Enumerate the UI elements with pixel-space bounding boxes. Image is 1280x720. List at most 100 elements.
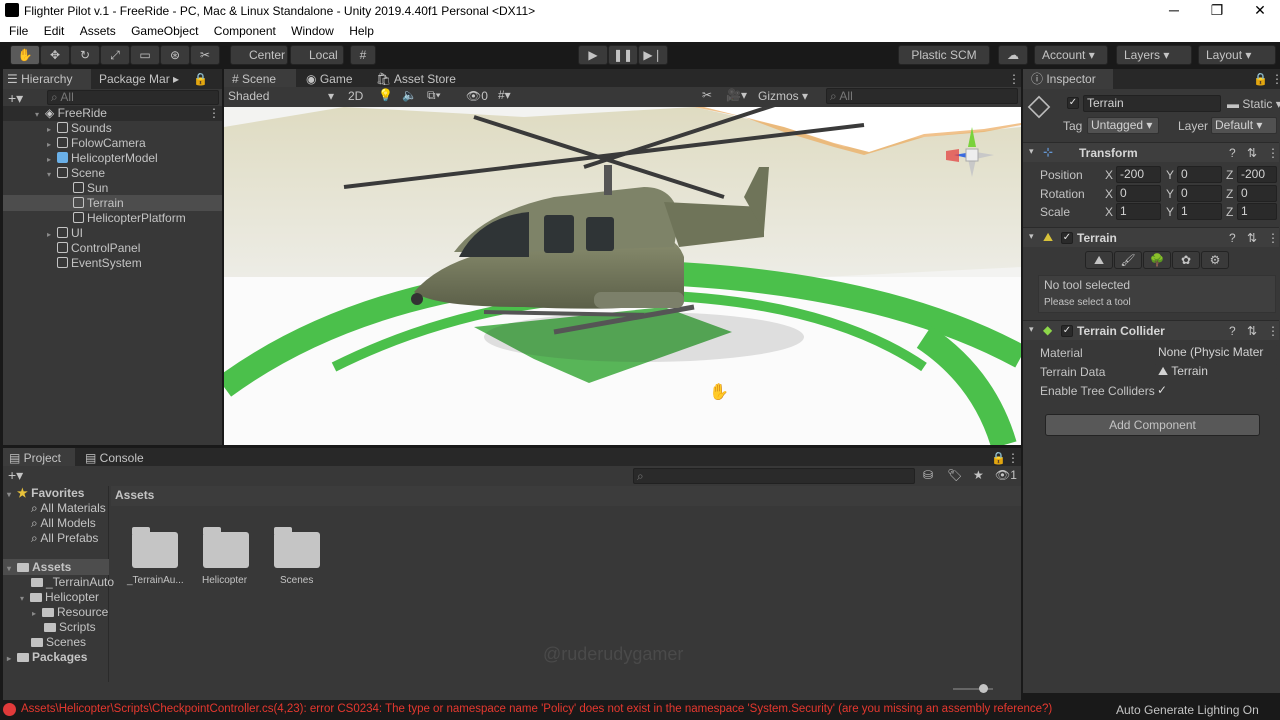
layer-dropdown[interactable]: Default ▾ (1211, 117, 1277, 134)
rotate-tool-icon[interactable]: ↻ (70, 45, 100, 65)
plastic-scm-button[interactable]: Plastic SCM (898, 45, 990, 65)
folder-scenes[interactable]: Scenes (31, 635, 86, 650)
tree-colliders-checkbox[interactable]: ✓ (1157, 383, 1167, 397)
menu-help[interactable]: Help (349, 22, 374, 38)
tab-console[interactable]: ▤ Console (81, 448, 155, 468)
add-component-button[interactable]: Add Component (1045, 414, 1260, 436)
component-menu-icon[interactable]: ⋮ (1267, 231, 1279, 245)
favorite-all-models[interactable]: ⌕ All Models (31, 516, 96, 531)
tab-project[interactable]: ▤ Project (3, 448, 75, 468)
hierarchy-item-folowcamera[interactable]: ▸ FolowCamera (47, 136, 146, 151)
lock-icon[interactable]: 🔒 (1249, 69, 1268, 89)
component-menu-icon[interactable]: ⋮ (1267, 324, 1279, 338)
hierarchy-item-helicoptermodel[interactable]: ▸ HelicopterModel (47, 151, 158, 166)
material-field[interactable]: None (Physic Mater (1154, 344, 1278, 361)
scene-viewport[interactable]: ✋ (224, 107, 1021, 445)
position-y-field[interactable]: 0 (1177, 166, 1222, 183)
static-toggle[interactable]: ▬ Static ▾ (1227, 97, 1280, 111)
project-search-input[interactable]: ⌕ (633, 468, 915, 484)
hierarchy-item-freeride[interactable]: ▾ ◈ FreeRide (35, 106, 107, 121)
tab-game[interactable]: ◉ Game (302, 69, 372, 89)
step-button[interactable]: ▶❘ (638, 45, 668, 65)
favorites-node[interactable]: ▾ ★ Favorites (7, 486, 84, 501)
scale-y-field[interactable]: 1 (1177, 203, 1222, 220)
hierarchy-item-helicopterplatform[interactable]: HelicopterPlatform (73, 211, 186, 226)
menu-edit[interactable]: Edit (44, 22, 65, 38)
scale-x-field[interactable]: 1 (1116, 203, 1161, 220)
collider-enabled-checkbox[interactable]: ✓ (1061, 325, 1073, 337)
2d-toggle[interactable]: 2D (348, 89, 363, 103)
tab-hierarchy[interactable]: ☰ Hierarchy (3, 69, 91, 89)
camera-icon[interactable]: 🎥▾ (726, 88, 747, 102)
paint-brush-tool-icon[interactable]: 🖌 (1114, 251, 1142, 269)
menu-gameobject[interactable]: GameObject (131, 22, 198, 38)
hierarchy-item-scene[interactable]: ▾ Scene (47, 166, 105, 181)
rotation-x-field[interactable]: 0 (1116, 185, 1161, 202)
audio-icon[interactable]: 🔈 (402, 88, 417, 102)
favorite-star-icon[interactable]: ★ (973, 468, 984, 482)
folder-terrainauto[interactable]: _TerrainAuto (31, 575, 114, 590)
terrain-enabled-checkbox[interactable]: ✓ (1061, 232, 1073, 244)
transform-tool-icon[interactable]: ⊛ (160, 45, 190, 65)
hierarchy-item-controlpanel[interactable]: ControlPanel (57, 241, 140, 256)
preset-icon[interactable]: ⇅ (1247, 324, 1257, 338)
pause-button[interactable]: ❚❚ (608, 45, 638, 65)
tools-icon[interactable]: ✂ (702, 88, 712, 102)
hierarchy-item-sun[interactable]: Sun (73, 181, 108, 196)
raise-terrain-tool-icon[interactable]: ⛰ (1085, 251, 1113, 269)
assets-node[interactable]: ▾ Assets (7, 560, 71, 575)
close-button[interactable]: ✕ (1238, 2, 1280, 19)
help-icon[interactable]: ? (1229, 324, 1236, 338)
asset-tile-terrainauto[interactable]: _TerrainAu... (125, 526, 189, 596)
hierarchy-item-sounds[interactable]: ▸ Sounds (47, 121, 112, 136)
menu-component[interactable]: Component (214, 22, 276, 38)
asset-tile-helicopter[interactable]: Helicopter (196, 526, 260, 596)
favorite-all-materials[interactable]: ⌕ All Materials (31, 501, 106, 516)
auto-lighting-status[interactable]: Auto Generate Lighting On (1116, 703, 1259, 717)
preset-icon[interactable]: ⇅ (1247, 231, 1257, 245)
help-icon[interactable]: ? (1229, 231, 1236, 245)
tab-scene[interactable]: # Scene (224, 69, 296, 89)
zoom-slider[interactable] (953, 684, 993, 693)
menu-assets[interactable]: Assets (80, 22, 116, 38)
error-icon[interactable] (3, 703, 16, 716)
hierarchy-item-terrain[interactable]: Terrain (73, 196, 124, 211)
menu-file[interactable]: File (9, 22, 28, 38)
component-menu-icon[interactable]: ⋮ (1267, 146, 1279, 160)
help-icon[interactable]: ? (1229, 146, 1236, 160)
hierarchy-item-ui[interactable]: ▸ UI (47, 226, 83, 241)
scene-search-input[interactable]: ⌕ All (826, 88, 1018, 104)
hidden-packages-icon[interactable]: 👁1 (995, 468, 1017, 482)
tab-inspector[interactable]: ⓘ Inspector (1023, 69, 1113, 89)
position-x-field[interactable]: -200 (1116, 166, 1161, 183)
create-asset-button[interactable]: +▾ (8, 467, 23, 484)
filter-by-label-icon[interactable]: 🏷 (947, 468, 962, 482)
maximize-button[interactable]: ❐ (1195, 2, 1239, 19)
custom-tool-icon[interactable]: ✂ (190, 45, 220, 65)
scene-menu-icon[interactable]: ⋮ (1004, 69, 1020, 89)
lighting-icon[interactable]: 💡 (378, 88, 393, 102)
breadcrumb-assets[interactable]: Assets (115, 488, 154, 502)
terrain-data-field[interactable]: ⛰ Terrain (1154, 363, 1278, 380)
scale-tool-icon[interactable]: ⤢ (100, 45, 130, 65)
lock-icon[interactable]: 🔒 (189, 69, 208, 89)
terrain-component-header[interactable]: ▾ ⛰ ✓ Terrain ? ⇅ ⋮ (1023, 227, 1279, 247)
detail-tool-icon[interactable]: ✿ (1172, 251, 1200, 269)
account-dropdown[interactable]: Account ▾ (1034, 45, 1108, 65)
inspector-menu-icon[interactable]: ⋮ (1267, 69, 1280, 89)
create-plus-button[interactable]: +▾ (8, 90, 23, 107)
object-name-input[interactable]: Terrain (1083, 95, 1221, 112)
position-z-field[interactable]: -200 (1237, 166, 1277, 183)
effects-icon[interactable]: ⧉▾ (427, 88, 441, 103)
favorite-all-prefabs[interactable]: ⌕ All Prefabs (31, 531, 98, 546)
rect-tool-icon[interactable]: ▭ (130, 45, 160, 65)
project-menu-icon[interactable]: ⋮ (1003, 448, 1019, 468)
asset-tile-scenes[interactable]: Scenes (267, 526, 331, 596)
terrain-collider-header[interactable]: ▾ ◆ ✓ Terrain Collider ? ⇅ ⋮ (1023, 320, 1279, 340)
terrain-settings-icon[interactable]: ⚙ (1201, 251, 1229, 269)
rotation-y-field[interactable]: 0 (1177, 185, 1222, 202)
hierarchy-item-eventsystem[interactable]: EventSystem (57, 256, 142, 271)
preset-icon[interactable]: ⇅ (1247, 146, 1257, 160)
tree-tool-icon[interactable]: 🌳 (1143, 251, 1171, 269)
active-checkbox[interactable]: ✓ (1067, 97, 1079, 109)
